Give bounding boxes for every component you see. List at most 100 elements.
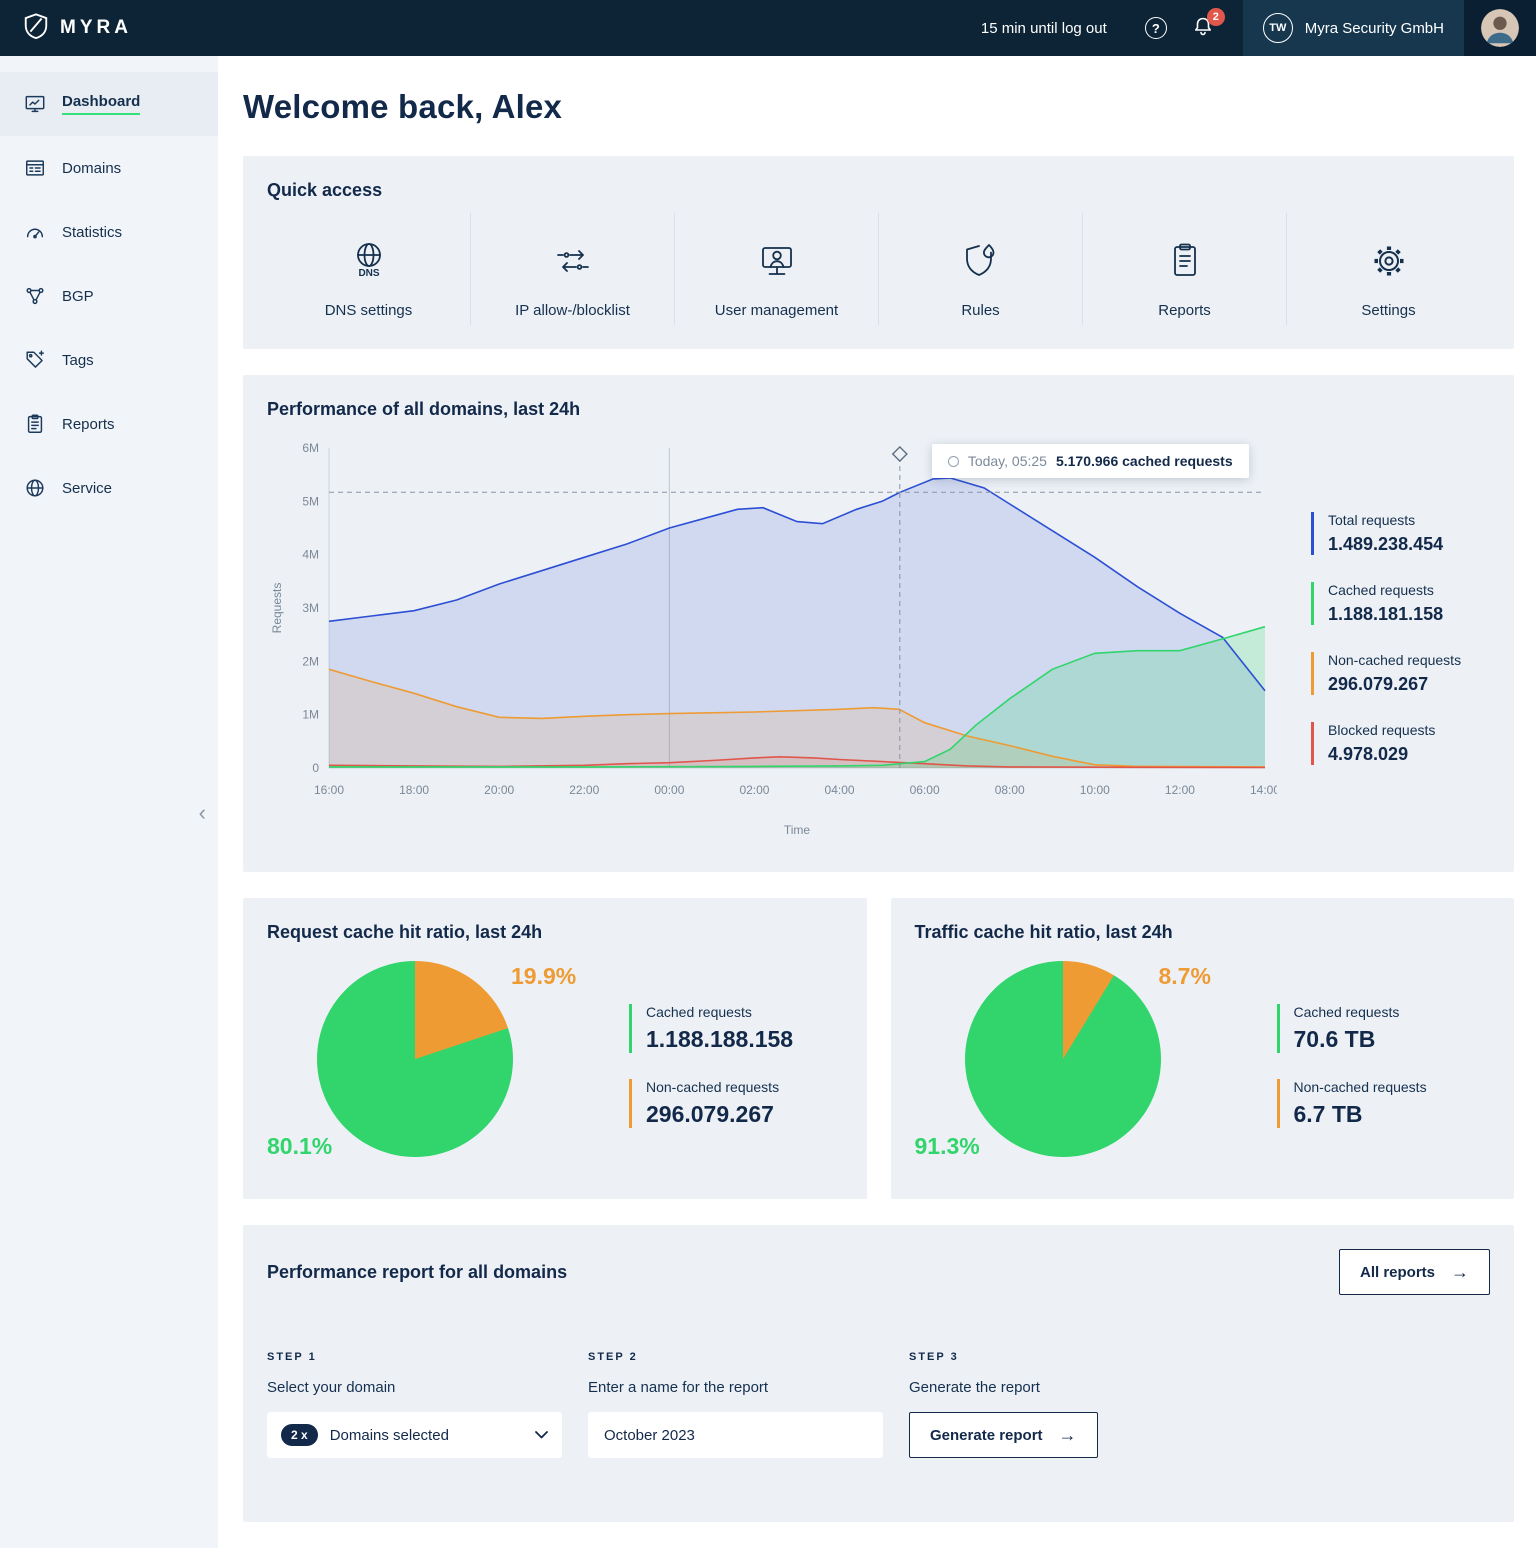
traffic-cache-pie-chart: [965, 961, 1161, 1157]
quick-access-rules[interactable]: Rules: [878, 213, 1082, 325]
step-label: Generate the report: [909, 1379, 1098, 1396]
sidebar-item-label: Tags: [62, 352, 94, 369]
sidebar-item-statistics[interactable]: Statistics: [0, 200, 218, 264]
main-content: Welcome back, Alex Quick access DNS DNS …: [218, 56, 1536, 1548]
quick-access-reports[interactable]: Reports: [1082, 213, 1286, 325]
org-name: Myra Security GmbH: [1305, 20, 1444, 37]
domain-select-dropdown[interactable]: 2 x Domains selected: [267, 1412, 562, 1458]
sidebar-item-domains[interactable]: Domains: [0, 136, 218, 200]
non-cached-percentage: 8.7%: [1159, 963, 1211, 990]
sidebar: Dashboard Domains Statistics: [0, 56, 218, 1548]
svg-text:1M: 1M: [302, 708, 319, 722]
quick-access-settings[interactable]: Settings: [1286, 213, 1490, 325]
report-step-1: STEP 1 Select your domain 2 x Domains se…: [267, 1351, 562, 1458]
report-name-input[interactable]: [588, 1412, 883, 1458]
sidebar-item-label: Statistics: [62, 224, 122, 241]
dashboard-icon: [24, 93, 46, 115]
legend-label: Non-cached requests: [1294, 1079, 1427, 1095]
quick-access-dns-settings[interactable]: DNS DNS settings: [267, 213, 470, 325]
step-eyebrow: STEP 3: [909, 1351, 1098, 1363]
notifications-button[interactable]: 2: [1179, 0, 1227, 56]
report-step-2: STEP 2 Enter a name for the report: [588, 1351, 883, 1458]
performance-chart[interactable]: 01M2M3M4M5M6M16:0018:0020:0022:0000:0002…: [267, 428, 1277, 848]
gear-icon: [1367, 239, 1411, 288]
svg-text:18:00: 18:00: [399, 783, 429, 797]
request-cache-panel: Request cache hit ratio, last 24h 19.9% …: [243, 898, 867, 1199]
chart-tooltip: Today, 05:25 5.170.966 cached requests: [932, 444, 1249, 478]
legend-label: Cached requests: [646, 1004, 793, 1020]
sidebar-item-service[interactable]: Service: [0, 456, 218, 520]
svg-text:02:00: 02:00: [739, 783, 769, 797]
legend-non-cached-requests: Non-cached requests 6.7 TB: [1277, 1079, 1427, 1128]
sidebar-item-reports[interactable]: Reports: [0, 392, 218, 456]
legend-value: 1.188.188.158: [646, 1026, 793, 1053]
dropdown-value: Domains selected: [330, 1427, 523, 1444]
legend-value: 70.6 TB: [1294, 1026, 1427, 1053]
sidebar-collapse-button[interactable]: ‹: [191, 798, 214, 828]
help-button[interactable]: ?: [1133, 0, 1179, 56]
svg-text:DNS: DNS: [358, 268, 379, 279]
service-icon: [24, 477, 46, 499]
selected-count-badge: 2 x: [281, 1424, 318, 1446]
tooltip-time: Today, 05:25: [968, 453, 1047, 469]
topbar: MYRA 15 min until log out ? 2 TW Myra Se…: [0, 0, 1536, 56]
sidebar-item-dashboard[interactable]: Dashboard: [0, 72, 218, 136]
sidebar-item-bgp[interactable]: BGP: [0, 264, 218, 328]
report-step-3: STEP 3 Generate the report Generate repo…: [909, 1351, 1098, 1458]
quick-access-title: Quick access: [267, 180, 1490, 201]
legend-value: 296.079.267: [1328, 674, 1490, 695]
legend-label: Non-cached requests: [646, 1079, 793, 1095]
quick-access-label: DNS settings: [325, 302, 413, 319]
legend-cached-requests: Cached requests 1.188.181.158: [1311, 582, 1490, 625]
sidebar-item-label: Reports: [62, 416, 115, 433]
sidebar-item-label: Domains: [62, 160, 121, 177]
svg-text:20:00: 20:00: [484, 783, 514, 797]
svg-text:5M: 5M: [302, 494, 319, 508]
svg-text:14:00: 14:00: [1250, 783, 1277, 797]
notification-badge: 2: [1207, 8, 1225, 26]
user-menu[interactable]: [1464, 0, 1536, 56]
page-title: Welcome back, Alex: [243, 88, 1514, 126]
quick-access-ip-allow-blocklist[interactable]: IP allow-/blocklist: [470, 213, 674, 325]
shield-flame-icon: [959, 239, 1003, 288]
traffic-cache-legend: Cached requests 70.6 TB Non-cached reque…: [1277, 1004, 1427, 1128]
org-avatar: TW: [1263, 13, 1293, 43]
legend-label: Non-cached requests: [1328, 652, 1490, 668]
org-switcher[interactable]: TW Myra Security GmbH: [1243, 0, 1464, 56]
legend-label: Cached requests: [1328, 582, 1490, 598]
request-cache-pie-chart: [317, 961, 513, 1157]
all-reports-button[interactable]: All reports →: [1339, 1249, 1490, 1295]
arrow-right-icon: →: [1451, 1263, 1469, 1281]
brand: MYRA: [0, 0, 132, 56]
legend-non-cached-requests: Non-cached requests 296.079.267: [1311, 652, 1490, 695]
arrows-list-icon: [551, 239, 595, 288]
chart-legend: Total requests 1.489.238.454 Cached requ…: [1277, 512, 1490, 765]
non-cached-percentage: 19.9%: [511, 963, 576, 990]
arrow-right-icon: →: [1059, 1426, 1077, 1444]
quick-access-panel: Quick access DNS DNS settings: [243, 156, 1514, 349]
tooltip-point-icon: [948, 456, 959, 467]
step-label: Enter a name for the report: [588, 1379, 883, 1396]
chevron-down-icon: [535, 1426, 548, 1444]
svg-text:Time: Time: [784, 823, 811, 837]
legend-cached-requests: Cached requests 70.6 TB: [1277, 1004, 1427, 1053]
performance-title: Performance of all domains, last 24h: [267, 399, 1490, 420]
legend-non-cached-requests: Non-cached requests 296.079.267: [629, 1079, 793, 1128]
cached-percentage: 91.3%: [915, 1133, 980, 1160]
legend-value: 6.7 TB: [1294, 1101, 1427, 1128]
request-cache-title: Request cache hit ratio, last 24h: [267, 922, 843, 943]
tooltip-value: 5.170.966 cached requests: [1056, 453, 1233, 469]
report-title: Performance report for all domains: [267, 1262, 567, 1283]
legend-blocked-requests: Blocked requests 4.978.029: [1311, 722, 1490, 765]
all-reports-label: All reports: [1360, 1264, 1435, 1281]
generate-report-button[interactable]: Generate report →: [909, 1412, 1098, 1458]
sidebar-item-tags[interactable]: Tags: [0, 328, 218, 392]
statistics-icon: [24, 221, 46, 243]
svg-text:Requests: Requests: [270, 583, 284, 634]
quick-access-user-management[interactable]: User management: [674, 213, 878, 325]
svg-text:2M: 2M: [302, 654, 319, 668]
legend-label: Total requests: [1328, 512, 1490, 528]
legend-label: Cached requests: [1294, 1004, 1427, 1020]
cached-percentage: 80.1%: [267, 1133, 332, 1160]
performance-panel: Performance of all domains, last 24h 01M…: [243, 375, 1514, 872]
